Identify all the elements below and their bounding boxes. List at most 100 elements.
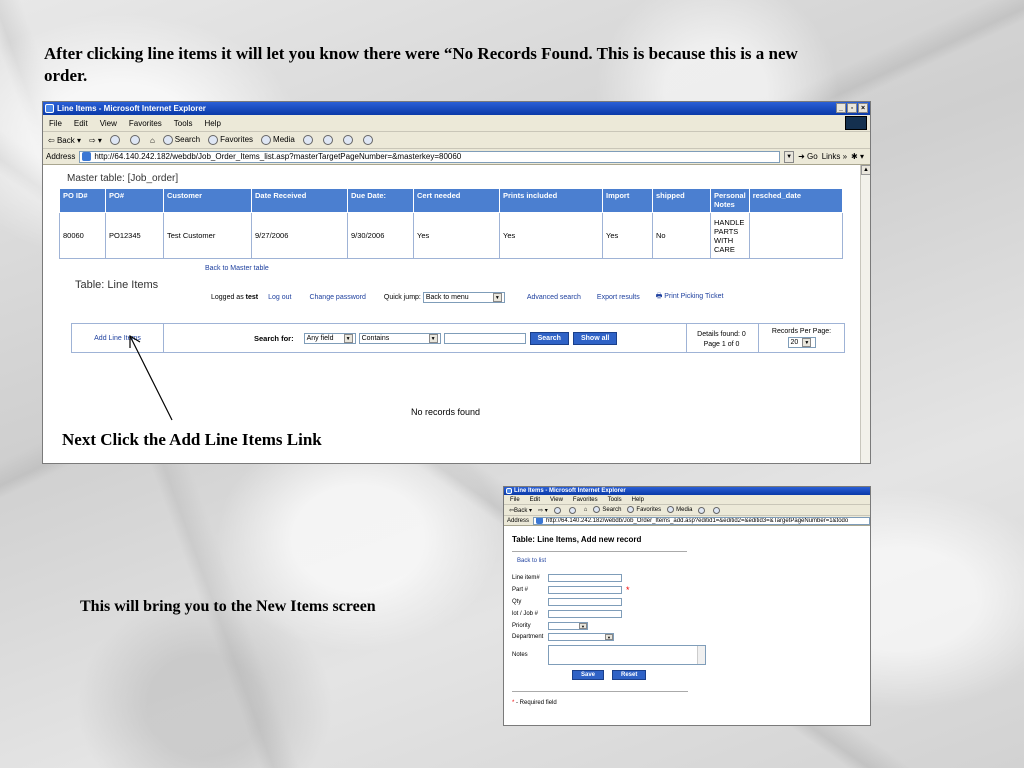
refresh-icon[interactable]: [568, 506, 576, 514]
media-button[interactable]: Media: [261, 135, 295, 145]
col-due-date[interactable]: Due Date:: [347, 188, 414, 213]
history-icon[interactable]: [698, 506, 706, 514]
field-row-notes: Notes: [512, 645, 706, 665]
show-all-button[interactable]: Show all: [572, 331, 618, 345]
notes-scrollbar[interactable]: [697, 646, 705, 664]
favorites-button[interactable]: Favorites: [627, 506, 661, 514]
menu-tools[interactable]: Tools: [608, 497, 622, 503]
col-resched-date[interactable]: resched_date: [748, 188, 844, 213]
mail-icon[interactable]: [713, 506, 721, 514]
divider: [512, 691, 688, 692]
edit-icon[interactable]: [362, 135, 373, 145]
home-icon[interactable]: ⌂: [584, 507, 588, 513]
vertical-scrollbar[interactable]: ▲: [860, 165, 870, 463]
address-input[interactable]: http://64.140.242.182/webdb/Job_Order_It…: [533, 516, 870, 525]
back-button[interactable]: ⇦Back ▾: [509, 507, 532, 514]
search-button[interactable]: Search: [162, 135, 200, 145]
pointer-arrow: [129, 334, 173, 421]
advanced-search-link[interactable]: Advanced search: [527, 294, 581, 301]
minimize-icon[interactable]: _: [836, 103, 846, 113]
menu-favorites[interactable]: Favorites: [573, 497, 598, 503]
address-dropdown-icon[interactable]: ▼: [784, 150, 795, 163]
records-per-page-select[interactable]: 20 ▼: [787, 337, 816, 348]
save-button[interactable]: Save: [572, 670, 605, 680]
back-button[interactable]: ⇦ Back ▾: [48, 136, 81, 145]
menu-tools[interactable]: Tools: [174, 119, 193, 128]
cell-po-id: 80060: [59, 212, 106, 259]
records-per-page-label: Records Per Page:: [771, 328, 832, 335]
menu-edit[interactable]: Edit: [74, 119, 88, 128]
ie-icon: [45, 104, 54, 113]
favorites-button[interactable]: Favorites: [208, 135, 253, 145]
qty-input[interactable]: [548, 598, 622, 606]
print-picking-ticket-link[interactable]: 🖶 Print Picking Ticket: [656, 292, 724, 303]
home-icon[interactable]: ⌂: [150, 136, 155, 145]
lot-job-input[interactable]: [548, 610, 622, 618]
back-to-master-link[interactable]: Back to Master table: [205, 265, 269, 272]
priority-label: Priority: [512, 623, 531, 629]
line-item-input[interactable]: [548, 574, 622, 582]
scroll-up-icon[interactable]: ▲: [861, 165, 870, 175]
master-table-header-row: PO ID# PO# Customer Date Received Due Da…: [59, 188, 844, 213]
menu-edit[interactable]: Edit: [530, 497, 540, 503]
stop-icon[interactable]: [553, 506, 561, 514]
part-input[interactable]: [548, 586, 622, 594]
print-icon[interactable]: [342, 135, 353, 145]
divider: [512, 551, 687, 552]
department-label: Department: [512, 634, 544, 640]
search-field-select[interactable]: Any field ▼: [303, 332, 356, 344]
reset-button[interactable]: Reset: [612, 670, 647, 680]
col-po-id[interactable]: PO ID#: [59, 188, 106, 213]
priority-select[interactable]: ▼: [548, 622, 588, 630]
address-input[interactable]: http://64.140.242.182/webdb/Job_Order_It…: [79, 150, 781, 163]
change-password-link[interactable]: Change password: [309, 294, 365, 301]
col-customer[interactable]: Customer: [163, 188, 252, 213]
no-records-message: No records found: [411, 407, 481, 417]
menu-view[interactable]: View: [550, 497, 563, 503]
go-button[interactable]: ➜ Go: [798, 152, 818, 161]
maximize-icon[interactable]: ▫: [847, 103, 857, 113]
cell-due-date: 9/30/2006: [347, 212, 414, 259]
col-cert-needed[interactable]: Cert needed: [413, 188, 500, 213]
col-prints-included[interactable]: Prints included: [499, 188, 603, 213]
col-shipped[interactable]: shipped: [652, 188, 711, 213]
mail-icon[interactable]: [322, 135, 333, 145]
export-results-link[interactable]: Export results: [597, 294, 640, 301]
department-select[interactable]: ▼: [548, 633, 614, 641]
refresh-icon[interactable]: [129, 135, 140, 145]
col-personal-notes[interactable]: Personal Notes: [710, 188, 750, 213]
close-icon[interactable]: ×: [858, 103, 868, 113]
menu-view[interactable]: View: [100, 119, 117, 128]
go-label: Go: [807, 152, 818, 161]
quick-jump-label: Quick jump:: [383, 294, 421, 301]
search-mode-select[interactable]: Contains ▼: [358, 332, 441, 344]
menu-file[interactable]: File: [510, 497, 520, 503]
search-button[interactable]: Search: [529, 331, 569, 345]
search-for-label: Search for:: [254, 333, 294, 343]
forward-button[interactable]: ⇨ ▾: [89, 136, 102, 145]
quick-jump-select[interactable]: Back to menu ▼: [422, 292, 505, 303]
toolbar-extension-icon[interactable]: ✱ ▾: [851, 152, 864, 161]
logout-link[interactable]: Log out: [268, 294, 291, 301]
stop-icon[interactable]: [109, 135, 120, 145]
links-button[interactable]: Links »: [822, 152, 847, 161]
chevron-down-icon: ▼: [802, 338, 812, 347]
notes-textarea[interactable]: [548, 645, 706, 665]
forward-button[interactable]: ⇨ ▾: [538, 507, 548, 514]
menu-file[interactable]: File: [49, 119, 62, 128]
menu-help[interactable]: Help: [204, 119, 220, 128]
search-button[interactable]: Search: [593, 506, 621, 514]
col-po[interactable]: PO#: [105, 188, 164, 213]
menu-bar: File Edit View Favorites Tools Help: [504, 495, 870, 505]
col-import[interactable]: Import: [602, 188, 653, 213]
history-icon[interactable]: [302, 135, 313, 145]
field-row-priority: Priority ▼: [512, 622, 588, 630]
menu-help[interactable]: Help: [632, 497, 644, 503]
search-input[interactable]: [443, 332, 526, 344]
menu-favorites[interactable]: Favorites: [129, 119, 162, 128]
col-date-received[interactable]: Date Received: [251, 188, 348, 213]
back-to-list-link[interactable]: Back to list: [517, 558, 546, 564]
media-button[interactable]: Media: [667, 506, 692, 514]
print-picking-label: Print Picking Ticket: [664, 293, 724, 300]
required-asterisk-icon: *: [512, 700, 515, 706]
